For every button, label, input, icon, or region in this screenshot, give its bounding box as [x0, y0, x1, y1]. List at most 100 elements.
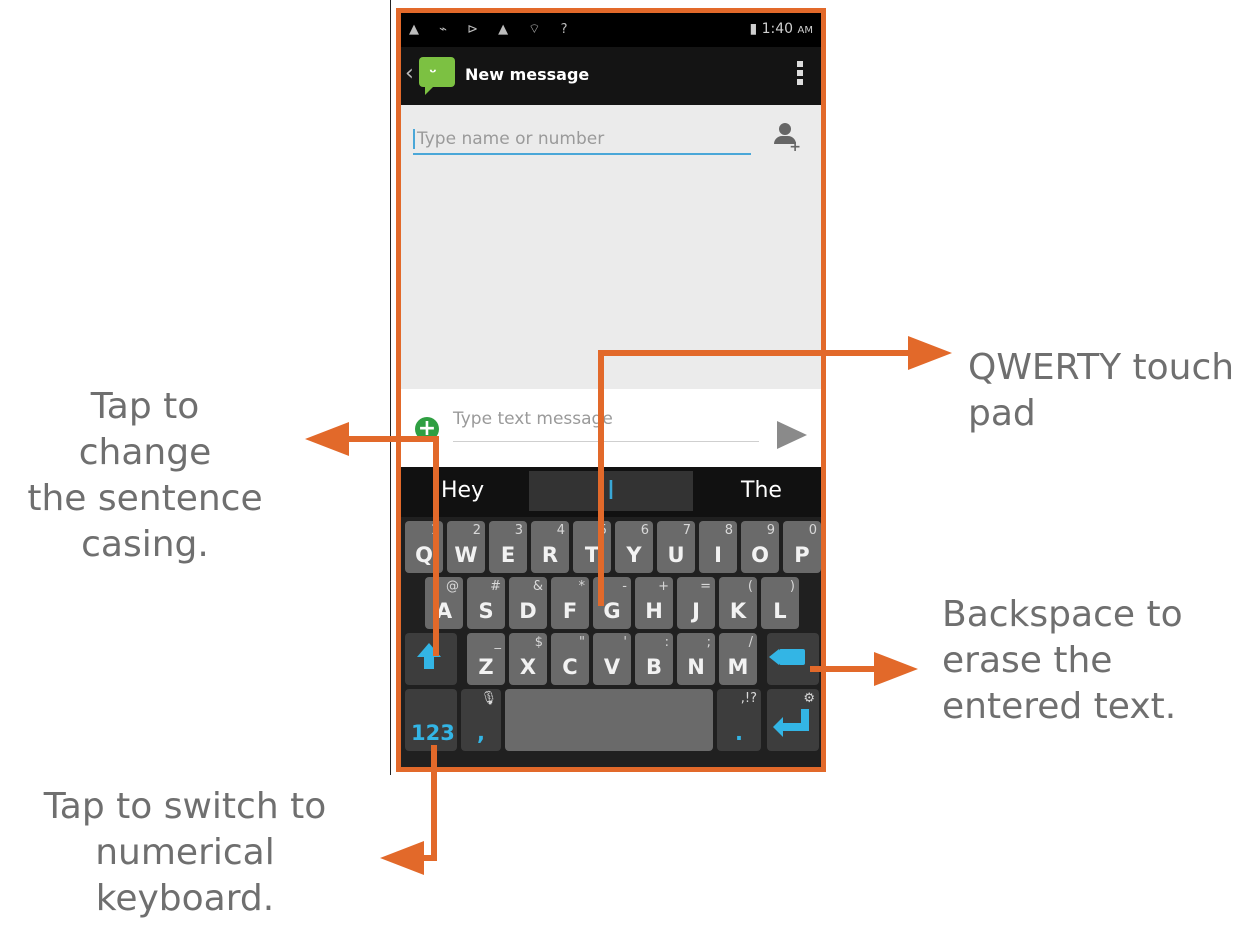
overflow-menu-icon[interactable] [797, 61, 803, 88]
recipient-input[interactable]: Type name or number [413, 121, 751, 155]
key-label: E [500, 543, 516, 567]
annotation-line: the sentence [27, 478, 263, 519]
enter-key[interactable]: ⚙ [767, 689, 819, 751]
message-input[interactable]: Type text message [453, 409, 759, 442]
key-label: H [645, 599, 663, 623]
key-secondary-label: * [578, 579, 586, 594]
key-label: U [667, 543, 685, 567]
status-time: 1:40 [761, 21, 794, 37]
key-label: F [562, 599, 578, 623]
send-icon[interactable] [777, 421, 807, 449]
callout-arrow [598, 350, 604, 606]
key-m[interactable]: / M [719, 633, 757, 685]
shift-key[interactable] [405, 633, 457, 685]
annotation-line: numerical [95, 832, 275, 873]
chevron-left-icon[interactable]: ‹ [405, 61, 414, 86]
key-w[interactable]: 2W [447, 521, 485, 573]
key-l[interactable]: ) L [761, 577, 799, 629]
period-key[interactable]: ,!?. [717, 689, 761, 751]
key-c[interactable]: " C [551, 633, 589, 685]
status-bar: ▲ ⌁ ⊳ ▲ ⌔ ? ▮ 1:40 AM [401, 13, 821, 47]
callout-arrowhead [908, 336, 952, 370]
annotation-line: QWERTY touch [968, 347, 1235, 388]
shift-icon-stem [424, 657, 434, 669]
add-contact-icon[interactable]: + [773, 123, 801, 155]
key-label: L [773, 599, 787, 623]
key-d[interactable]: & D [509, 577, 547, 629]
backspace-key[interactable] [767, 633, 819, 685]
key-label: C [562, 655, 578, 679]
key-r[interactable]: 4R [531, 521, 569, 573]
key-x[interactable]: $ X [509, 633, 547, 685]
key-h[interactable]: + H [635, 577, 673, 629]
key-j[interactable]: = J [677, 577, 715, 629]
action-bar: ‹ ᵕ New message [401, 47, 821, 105]
key-t[interactable]: 5T [573, 521, 611, 573]
key-secondary-label: 3 [514, 523, 523, 538]
key-s[interactable]: # S [467, 577, 505, 629]
annotation-line: erase the [942, 640, 1113, 681]
key-secondary-label: # [490, 579, 501, 594]
key-b[interactable]: :B [635, 633, 673, 685]
key-p[interactable]: 0P [783, 521, 821, 573]
key-label: N [687, 655, 705, 679]
key-secondary-label: - [622, 579, 627, 594]
message-thread-area: Type name or number + [401, 105, 821, 389]
key-y[interactable]: 6Y [615, 521, 653, 573]
annotation-sentence-casing: Tap to change the sentence casing. [20, 384, 270, 568]
suggestion-item[interactable]: The [741, 471, 782, 511]
space-key[interactable] [505, 689, 713, 751]
key-v[interactable]: ' V [593, 633, 631, 685]
key-f[interactable]: * F [551, 577, 589, 629]
comma-key[interactable]: 🎙, [461, 689, 501, 751]
key-secondary-label: 7 [682, 523, 691, 538]
key-label: V [603, 655, 621, 679]
callout-arrowhead [380, 841, 424, 875]
key-secondary-label: : [664, 635, 669, 650]
suggestion-item[interactable]: I [529, 471, 693, 511]
key-secondary-label: 8 [724, 523, 733, 538]
messaging-icon[interactable]: ᵕ [419, 57, 455, 95]
callout-arrow [348, 436, 439, 442]
key-label: K [729, 599, 747, 623]
annotation-line: Backspace to [942, 594, 1183, 635]
key-label: A [435, 599, 453, 623]
key-k[interactable]: (K [719, 577, 757, 629]
key-i[interactable]: 8I [699, 521, 737, 573]
qwerty-keyboard: Hey I The 1Q2W3E4R5T6Y7U8I9O0P@A#S&D*F-G… [401, 467, 821, 767]
callout-arrow [810, 666, 876, 672]
key-secondary-label: + [658, 579, 669, 594]
page-title: New message [465, 65, 590, 84]
key-z[interactable]: _ Z [467, 633, 505, 685]
annotation-line: pad [968, 393, 1036, 434]
annotation-qwerty: QWERTY touch pad [968, 345, 1248, 437]
key-secondary-label: ' [623, 635, 627, 650]
key-label: P [794, 543, 810, 567]
key-secondary-label: = [700, 579, 711, 594]
key-label: J [692, 599, 700, 623]
suggestion-item[interactable]: Hey [441, 471, 484, 511]
annotation-line: keyboard. [95, 878, 275, 919]
callout-arrowhead [305, 422, 349, 456]
key-secondary-label: 6 [640, 523, 649, 538]
key-label: R [541, 543, 559, 567]
message-composer: + Type text message [401, 389, 821, 467]
key-label: , [477, 721, 485, 745]
key-e[interactable]: 3E [489, 521, 527, 573]
key-label: . [735, 721, 743, 745]
key-secondary-label: ) [789, 579, 795, 594]
key-u[interactable]: 7U [657, 521, 695, 573]
key-n[interactable]: ; N [677, 633, 715, 685]
key-secondary-label: _ [494, 635, 502, 650]
annotation-line: entered text. [942, 686, 1177, 727]
annotation-line: Tap to change [78, 386, 212, 473]
key-label: W [454, 543, 478, 567]
backspace-icon [769, 649, 805, 665]
key-label: Z [478, 655, 494, 679]
key-a[interactable]: @ A [425, 577, 463, 629]
key-label: O [751, 543, 769, 567]
key-o[interactable]: 9O [741, 521, 779, 573]
numbers-key[interactable]: 123 [405, 689, 457, 751]
key-secondary-label: @ [446, 579, 459, 594]
key-label: Y [626, 543, 642, 567]
